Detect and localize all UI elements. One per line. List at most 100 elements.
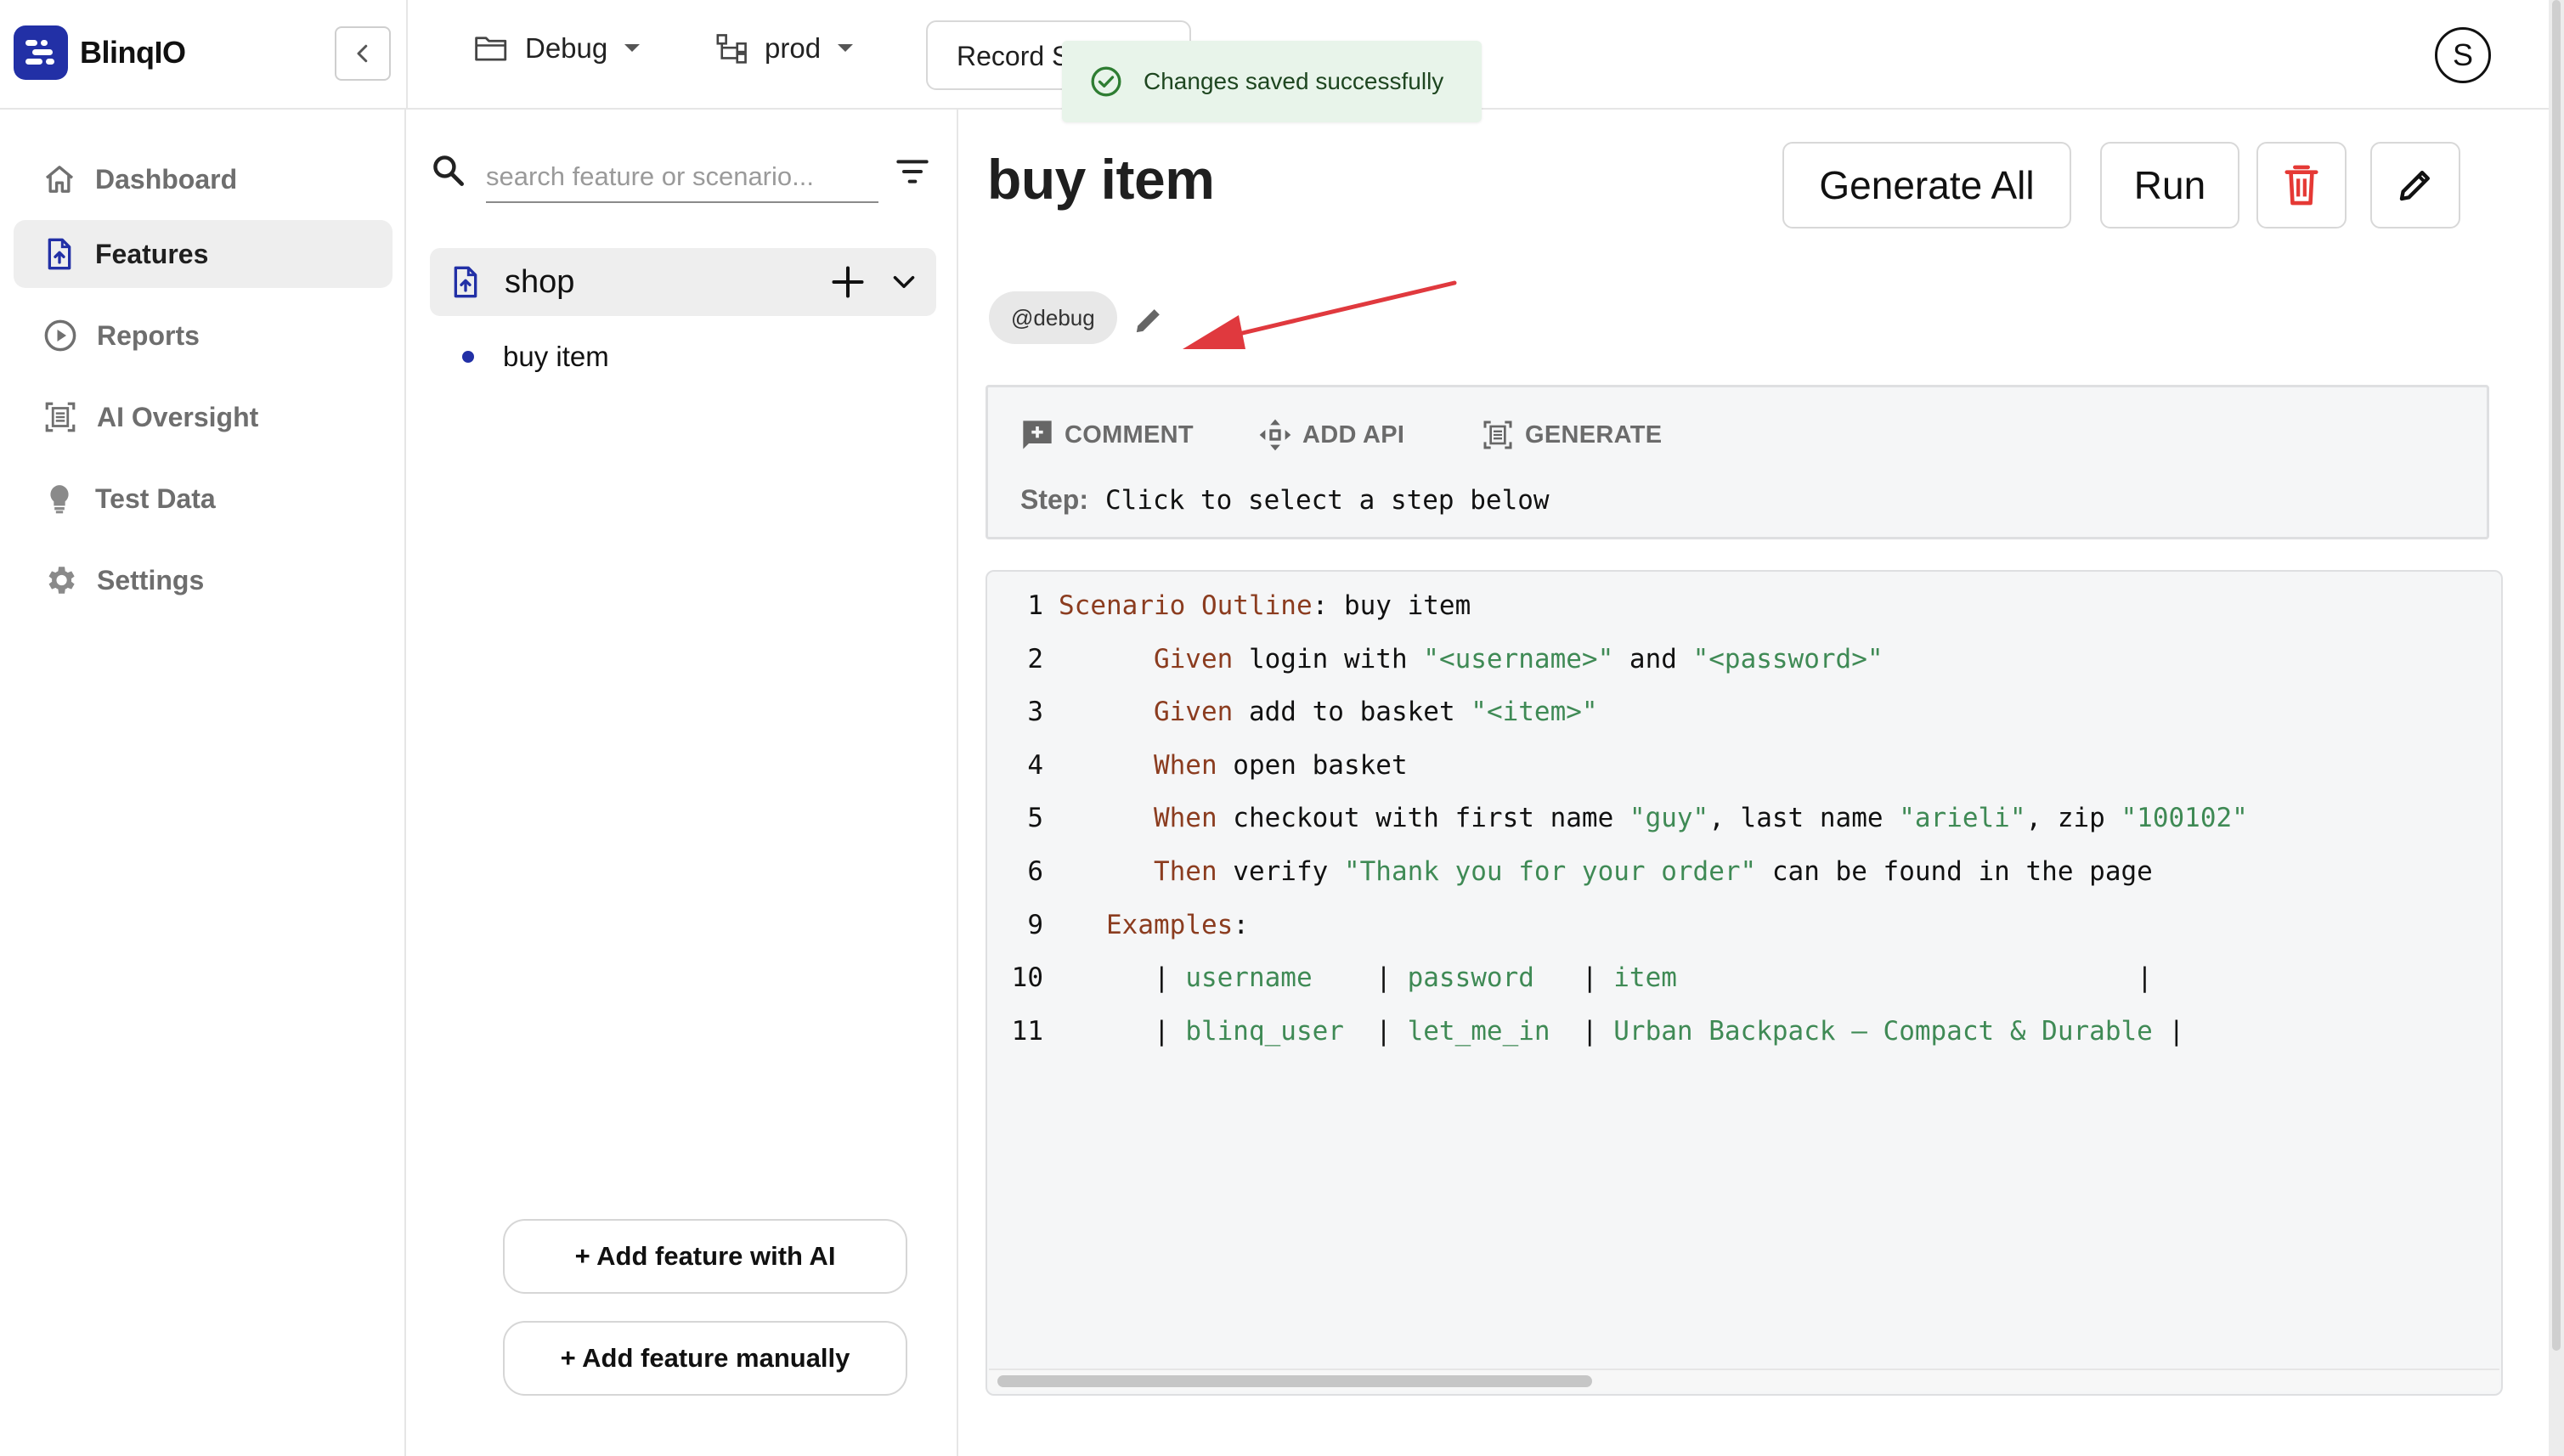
code-line[interactable]: 1 Scenario Outline: buy item [987,590,1471,641]
gherkin-keyword: Given [1153,643,1234,674]
app-name: BlinqIO [80,35,186,70]
gherkin-keyword: Scenario Outline [1059,590,1313,621]
gherkin-keyword: When [1153,749,1217,781]
line-number: 1 [1027,590,1043,621]
sidebar-item-label: Features [95,238,209,269]
edit-scenario-button[interactable] [2370,142,2460,229]
comment-label: COMMENT [1065,420,1194,449]
generate-label: GENERATE [1525,420,1663,449]
feature-name: shop [505,263,575,300]
chevron-down-icon[interactable] [889,267,919,297]
add-feature-manual-button[interactable]: + Add feature manually [503,1321,907,1396]
code-line[interactable]: 5 When checkout with first name "guy", l… [987,803,2248,854]
feature-file-icon [454,266,477,298]
string-literal: "Thank you for your order" [1343,856,1757,887]
scrollbar-thumb[interactable] [997,1375,1592,1387]
play-circle-icon [44,319,76,352]
tag-chip[interactable]: @debug [989,291,1117,344]
step-label: Step: [1020,484,1088,515]
sidebar-item-dashboard[interactable]: Dashboard [14,145,393,213]
project-selector[interactable]: Debug [474,32,641,65]
generate-button[interactable]: GENERATE [1481,418,1662,452]
line-text: When open basket [1153,749,1408,781]
scenario-editor: buy item Generate All Run @debug COMMENT… [960,110,2549,1456]
string-literal: "guy" [1629,803,1709,834]
code-line[interactable]: 9 Examples: [987,910,1249,961]
line-text: When checkout with first name "guy", las… [1153,803,2248,834]
pencil-icon[interactable] [1132,303,1166,337]
sidebar-item-settings[interactable]: Settings [14,546,393,614]
code-editor[interactable]: 1 Scenario Outline: buy item 2 Given login… [986,570,2503,1396]
string-literal: "arieli" [1899,803,2026,834]
delete-button[interactable] [2256,142,2347,229]
horizontal-scrollbar[interactable] [989,1369,2499,1391]
generate-all-button[interactable]: Generate All [1782,142,2071,229]
add-feature-ai-button[interactable]: + Add feature with AI [503,1219,907,1294]
line-text: Scenario Outline: buy item [1059,590,1471,621]
blinqio-logo-icon [14,25,68,80]
line-text: Then verify "Thank you for your order" c… [1153,856,2153,887]
lightbulb-icon [50,485,69,514]
gherkin-keyword: Given [1153,697,1234,728]
string-literal: "<password>" [1692,643,1883,674]
table-cell: blinq_user [1185,1015,1344,1047]
line-number: 11 [1011,1015,1043,1047]
line-text: Given add to basket "<item>" [1153,697,1598,728]
run-button[interactable]: Run [2100,142,2239,229]
folder-icon [475,37,507,61]
top-bar: BlinqIO Debug prod Record S Changes save… [0,0,2549,122]
page-title: buy item [987,148,1215,211]
filter-icon[interactable] [895,157,929,186]
feature-file-icon [48,238,71,270]
table-cell: password [1407,962,1534,994]
line-text: | username | password | item | [1059,962,2153,994]
sidebar-item-features[interactable]: Features [14,220,393,288]
code-line[interactable]: 4 When open basket [987,749,1408,801]
page-scrollbar[interactable] [2549,0,2564,1456]
feature-row-shop[interactable]: shop [430,248,936,316]
gherkin-keyword: When [1153,803,1217,834]
code-line[interactable]: 3 Given add to basket "<item>" [987,697,1598,748]
app-root: BlinqIO Debug prod Record S Changes save… [0,0,2564,1456]
check-circle-icon [1091,66,1121,97]
line-number: 2 [1027,643,1043,674]
sidebar-item-reports[interactable]: Reports [14,302,393,370]
sidebar-item-label: Reports [97,319,200,351]
add-scenario-icon[interactable] [829,263,867,301]
code-line[interactable]: 11 | blinq_user | let_me_in | Urban Back… [987,1016,2184,1067]
step-toolbar-panel: COMMENT ADD API GENERATE Step: Click to … [986,385,2489,539]
string-literal: "<item>" [1471,697,1598,728]
environment-selector[interactable]: prod [715,32,855,65]
pencil-icon [2399,171,2430,201]
sidebar-item-test-data[interactable]: Test Data [14,465,393,533]
sidebar: Dashboard Features Reports AI Oversight … [0,110,406,1456]
caret-down-icon [838,44,854,52]
line-number: 9 [1027,909,1043,940]
page-scrollbar-thumb[interactable] [2552,0,2561,1351]
search-input[interactable] [486,152,878,203]
brand-logo[interactable]: BlinqIO [14,25,186,80]
search-icon [433,155,464,186]
sidebar-item-label: Dashboard [95,163,238,195]
scenario-item-buy-item[interactable]: buy item [462,341,609,373]
line-text: | blinq_user | let_me_in | Urban Backpac… [1059,1015,2185,1047]
code-line[interactable]: 2 Given login with "<username>" and "<pa… [987,644,1883,695]
code-line[interactable]: 6 Then verify "Thank you for your order"… [987,856,2153,907]
add-api-button[interactable]: ADD API [1258,418,1404,452]
line-text: Examples: [1106,909,1249,940]
scan-document-icon [45,402,76,432]
comment-button[interactable]: COMMENT [1020,418,1194,452]
table-cell: Urban Backpack – Compact & Durable [1613,1015,2153,1047]
code-line[interactable]: 10 | username | password | item | [987,962,2153,1013]
caret-down-icon [624,44,641,52]
add-comment-icon [1023,420,1052,449]
line-number: 5 [1027,803,1043,834]
environment-name: prod [765,32,822,64]
collapse-sidebar-button[interactable] [335,26,391,81]
api-move-icon [1259,419,1291,451]
step-indicator: Step: Click to select a step below [1020,484,1550,516]
hierarchy-icon [716,34,747,64]
sidebar-item-ai-oversight[interactable]: AI Oversight [14,383,393,451]
user-avatar[interactable]: S [2435,27,2491,83]
line-number: 10 [1011,962,1043,994]
